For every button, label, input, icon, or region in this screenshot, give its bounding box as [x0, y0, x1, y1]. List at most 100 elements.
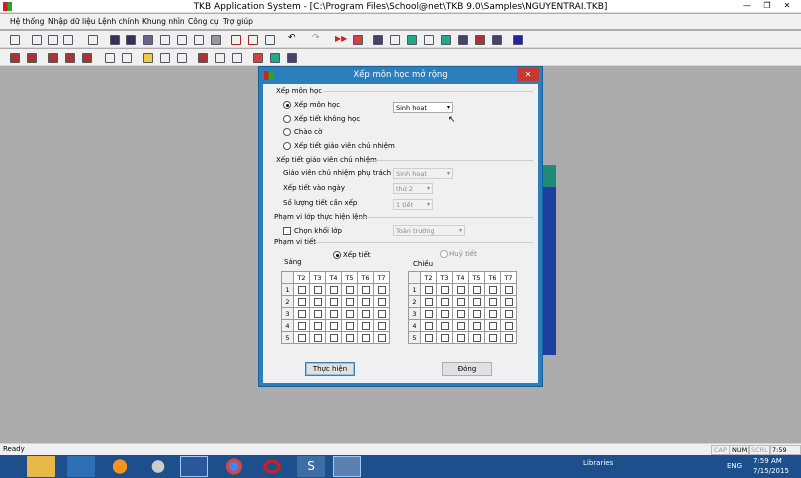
period-checkbox[interactable]: [504, 309, 513, 318]
period-checkbox[interactable]: [456, 309, 465, 318]
period-checkbox[interactable]: [472, 285, 481, 294]
tool-icon[interactable]: [82, 53, 92, 63]
period-checkbox[interactable]: [424, 297, 433, 306]
run-icon[interactable]: ▶▶: [335, 34, 347, 44]
count-select[interactable]: 1 tiết ▾: [393, 199, 433, 210]
grid-icon[interactable]: [407, 35, 417, 45]
tool-icon[interactable]: [105, 53, 115, 63]
period-checkbox[interactable]: [329, 321, 338, 330]
restore-button[interactable]: ❐: [757, 0, 777, 12]
grid-icon[interactable]: [441, 35, 451, 45]
period-checkbox[interactable]: [329, 309, 338, 318]
radio-huy-tiet[interactable]: [440, 250, 448, 258]
period-checkbox[interactable]: [440, 285, 449, 294]
period-checkbox[interactable]: [377, 333, 386, 342]
open-icon[interactable]: [32, 35, 42, 45]
homeroom-teacher-select[interactable]: Sinh hoạt ▾: [393, 168, 453, 179]
period-checkbox[interactable]: [424, 333, 433, 342]
period-checkbox[interactable]: [345, 321, 354, 330]
period-checkbox[interactable]: [488, 285, 497, 294]
period-checkbox[interactable]: [456, 297, 465, 306]
grid-icon[interactable]: [177, 35, 187, 45]
period-checkbox[interactable]: [440, 297, 449, 306]
menu-nhap-du-lieu[interactable]: Nhập dữ liệu: [48, 17, 96, 26]
menu-lenh-chinh[interactable]: Lệnh chính: [98, 17, 139, 26]
period-checkbox[interactable]: [504, 321, 513, 330]
grid-icon[interactable]: [424, 35, 434, 45]
period-checkbox[interactable]: [329, 285, 338, 294]
period-checkbox[interactable]: [345, 297, 354, 306]
tool-icon[interactable]: [160, 53, 170, 63]
period-checkbox[interactable]: [456, 321, 465, 330]
tool-icon[interactable]: [27, 53, 37, 63]
period-checkbox[interactable]: [297, 309, 306, 318]
language-indicator[interactable]: ENG: [727, 462, 742, 470]
tool-icon[interactable]: [177, 53, 187, 63]
tool-icon[interactable]: [253, 53, 263, 63]
tool-icon[interactable]: [143, 53, 153, 63]
tool-icon[interactable]: [232, 53, 242, 63]
opera-icon[interactable]: [258, 456, 286, 477]
period-checkbox[interactable]: [440, 333, 449, 342]
radio-xep-tiet[interactable]: [333, 251, 341, 259]
chrome-icon[interactable]: [220, 456, 248, 477]
menu-tro-giup[interactable]: Trợ giúp: [223, 17, 253, 26]
grid-icon[interactable]: [353, 35, 363, 45]
period-checkbox[interactable]: [297, 321, 306, 330]
period-checkbox[interactable]: [488, 333, 497, 342]
tkb-app-icon[interactable]: [333, 456, 361, 477]
close-window-button[interactable]: ✕: [777, 0, 797, 12]
period-checkbox[interactable]: [377, 285, 386, 294]
grid-icon[interactable]: [160, 35, 170, 45]
dialog-close-button[interactable]: ✕: [517, 68, 539, 81]
period-checkbox[interactable]: [361, 285, 370, 294]
tool-icon[interactable]: [215, 53, 225, 63]
menu-khung-nhin[interactable]: Khung nhìn: [142, 17, 185, 26]
period-checkbox[interactable]: [297, 297, 306, 306]
word-icon[interactable]: [180, 456, 208, 477]
close-dialog-button[interactable]: Đóng: [442, 362, 492, 376]
tool-icon[interactable]: [48, 53, 58, 63]
period-checkbox[interactable]: [297, 285, 306, 294]
grade-select[interactable]: Toàn trường ▾: [393, 225, 465, 236]
period-checkbox[interactable]: [313, 297, 322, 306]
radio-xep-tiet-gvcn[interactable]: [283, 142, 291, 150]
period-checkbox[interactable]: [345, 309, 354, 318]
day-select[interactable]: thứ 2 ▾: [393, 183, 433, 194]
period-checkbox[interactable]: [361, 333, 370, 342]
period-checkbox[interactable]: [424, 321, 433, 330]
app-icon[interactable]: [67, 456, 95, 477]
subject-select[interactable]: Sinh hoạt ▾: [393, 102, 453, 113]
grid-icon[interactable]: [143, 35, 153, 45]
period-checkbox[interactable]: [329, 297, 338, 306]
preview-icon[interactable]: [88, 35, 98, 45]
period-checkbox[interactable]: [456, 333, 465, 342]
tool-icon[interactable]: [122, 53, 132, 63]
grid-icon[interactable]: [492, 35, 502, 45]
period-checkbox[interactable]: [345, 333, 354, 342]
period-checkbox[interactable]: [488, 309, 497, 318]
tool-icon[interactable]: [198, 53, 208, 63]
grid-icon[interactable]: [373, 35, 383, 45]
grid-icon[interactable]: [194, 35, 204, 45]
period-checkbox[interactable]: [472, 321, 481, 330]
grade-checkbox[interactable]: [283, 227, 291, 235]
radio-xep-tiet-khong-hoc[interactable]: [283, 115, 291, 123]
period-checkbox[interactable]: [361, 309, 370, 318]
firefox-icon[interactable]: [106, 456, 134, 477]
period-checkbox[interactable]: [504, 297, 513, 306]
edit-icon[interactable]: [265, 35, 275, 45]
period-checkbox[interactable]: [424, 309, 433, 318]
period-checkbox[interactable]: [377, 297, 386, 306]
execute-button[interactable]: Thực hiện: [305, 362, 355, 376]
period-checkbox[interactable]: [440, 321, 449, 330]
period-checkbox[interactable]: [472, 309, 481, 318]
period-checkbox[interactable]: [361, 321, 370, 330]
period-checkbox[interactable]: [377, 309, 386, 318]
tool-icon[interactable]: [287, 53, 297, 63]
edit-icon[interactable]: [248, 35, 258, 45]
period-checkbox[interactable]: [297, 333, 306, 342]
edit-icon[interactable]: [231, 35, 241, 45]
minimize-button[interactable]: —: [737, 0, 757, 12]
dialog-title-bar[interactable]: Xếp môn học mở rộng ✕: [259, 67, 542, 84]
